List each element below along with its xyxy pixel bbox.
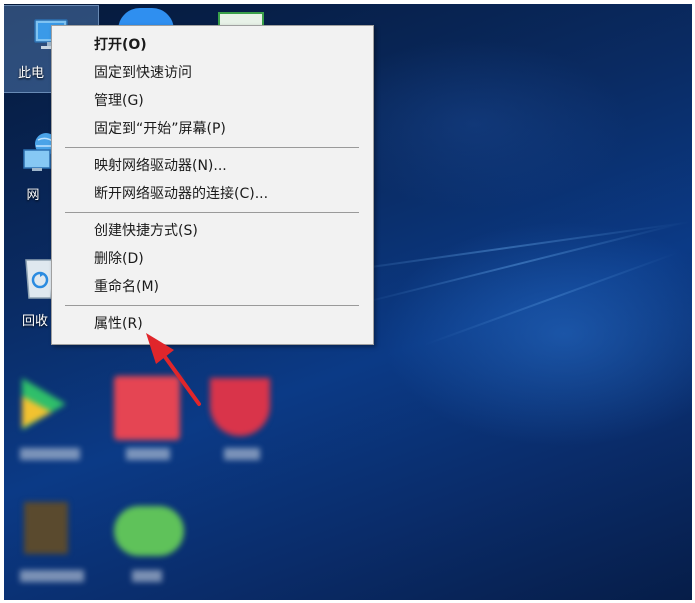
menu-item-rename[interactable]: 重命名(M): [94, 277, 159, 297]
blurred-app-icon[interactable]: [114, 506, 184, 556]
menu-item-disconnect-network-drive[interactable]: 断开网络驱动器的连接(C)...: [94, 184, 268, 204]
menu-item-pin-start[interactable]: 固定到“开始”屏幕(P): [94, 119, 226, 139]
menu-separator: [65, 212, 359, 213]
blurred-app-icon[interactable]: [18, 376, 80, 436]
menu-item-map-network-drive[interactable]: 映射网络驱动器(N)...: [94, 156, 227, 176]
desktop-icon-label: 回收: [21, 314, 48, 329]
menu-item-delete[interactable]: 删除(D): [94, 249, 144, 269]
blurred-icon-label: [20, 448, 80, 460]
menu-item-create-shortcut[interactable]: 创建快捷方式(S): [94, 221, 198, 241]
menu-item-properties[interactable]: 属性(R): [94, 314, 143, 334]
menu-item-open[interactable]: 打开(O): [94, 35, 147, 55]
blurred-app-icon[interactable]: [24, 502, 68, 554]
desktop-icon-label: 此电: [17, 66, 44, 81]
blurred-app-icon[interactable]: [210, 378, 270, 436]
blurred-icon-label: [132, 570, 162, 582]
menu-item-manage[interactable]: 管理(G): [94, 91, 144, 111]
blurred-icon-label: [20, 570, 84, 582]
context-menu: 打开(O) 固定到快速访问 管理(G) 固定到“开始”屏幕(P) 映射网络驱动器…: [51, 25, 374, 345]
blurred-icon-label: [224, 448, 260, 460]
wallpaper-light-beam: [353, 221, 685, 306]
desktop-icon-label: 网: [26, 188, 40, 203]
blurred-icon-label: [126, 448, 170, 460]
menu-separator: [65, 305, 359, 306]
wallpaper-light-beam: [423, 251, 679, 346]
blurred-app-icon[interactable]: [114, 376, 180, 440]
menu-item-pin-quick-access[interactable]: 固定到快速访问: [94, 63, 192, 83]
menu-separator: [65, 147, 359, 148]
